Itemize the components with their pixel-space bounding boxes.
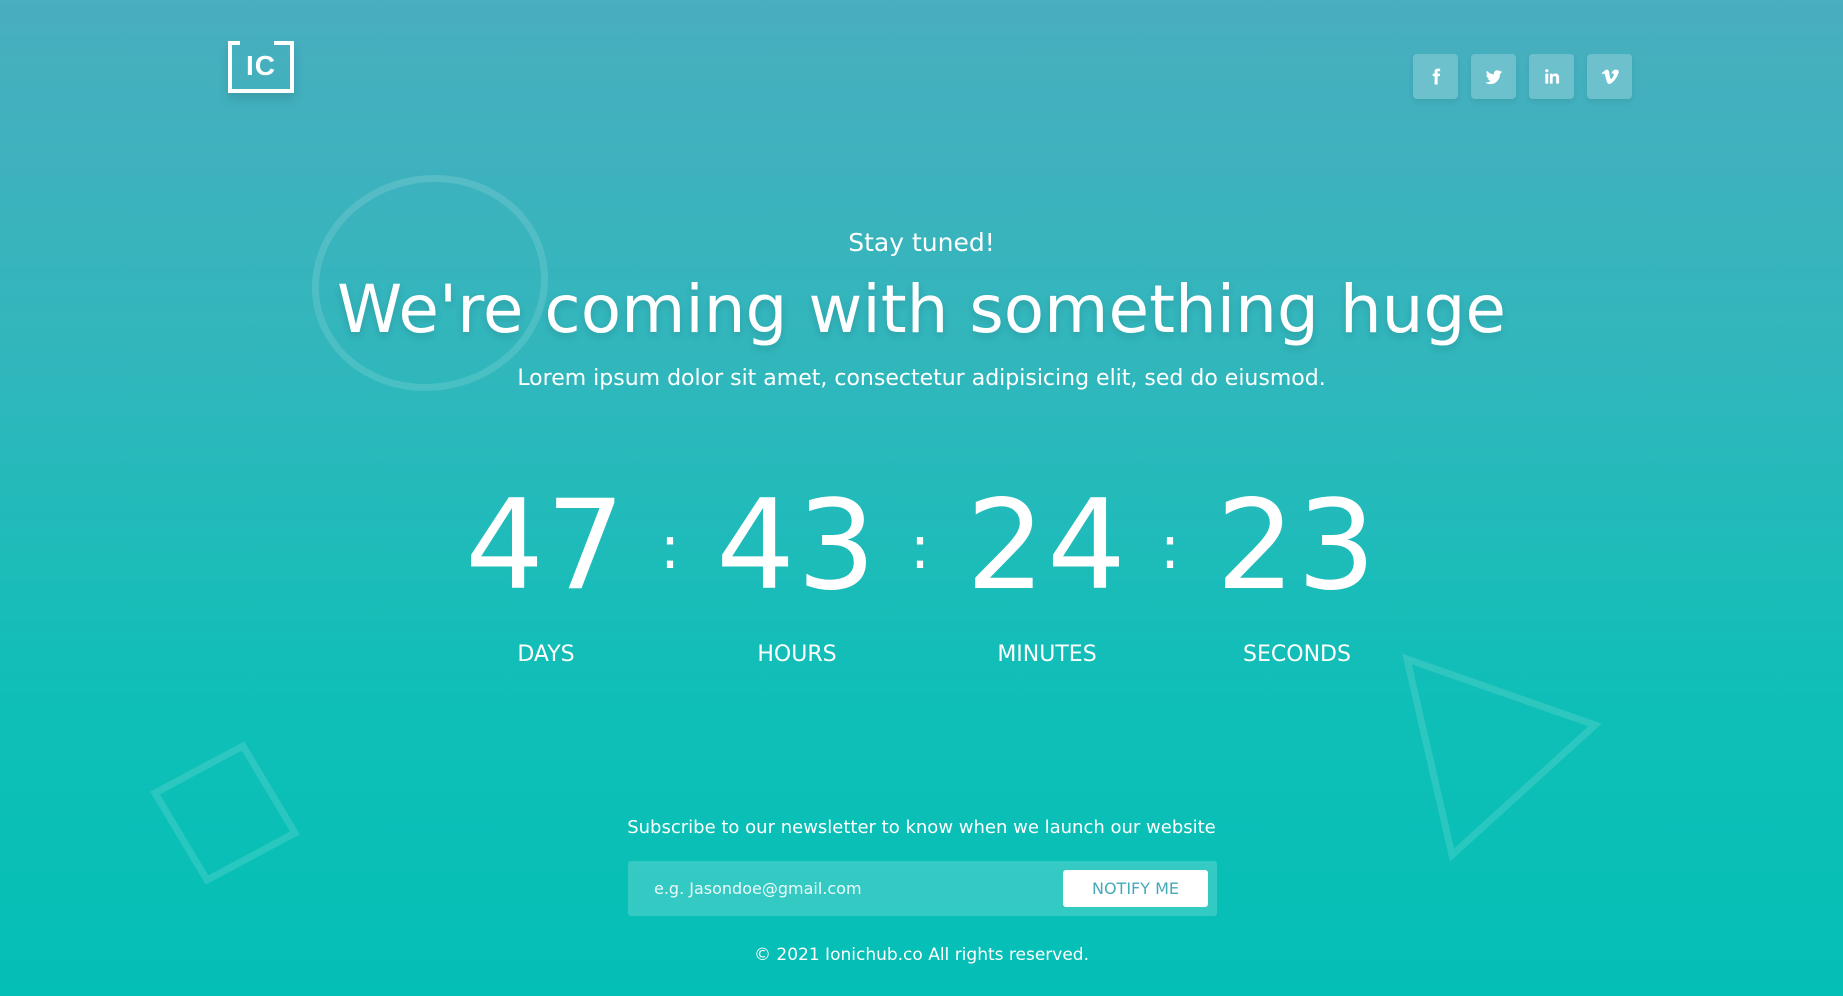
page-title: We're coming with something huge: [337, 271, 1506, 348]
countdown-separator: :: [1159, 513, 1181, 583]
countdown: 47 DAYS : 43 HOURS : 24 MINUTES : 23 SEC…: [0, 478, 1843, 698]
hours-value: 43: [716, 474, 878, 618]
days-label: DAYS: [517, 642, 575, 667]
twitter-link[interactable]: [1471, 54, 1516, 99]
minutes-value: 24: [966, 474, 1128, 618]
logo-text: IC: [246, 50, 276, 81]
minutes-label: MINUTES: [997, 642, 1097, 667]
tagline: Stay tuned!: [848, 228, 995, 257]
seconds-label: SECONDS: [1243, 642, 1351, 667]
countdown-separator: :: [909, 513, 931, 583]
subtitle: Lorem ipsum dolor sit amet, consectetur …: [517, 366, 1326, 391]
countdown-separator: :: [659, 513, 681, 583]
newsletter-text: Subscribe to our newsletter to know when…: [627, 817, 1216, 838]
logo-notch: [274, 41, 294, 45]
newsletter-form: NOTIFY ME: [628, 861, 1217, 916]
logo[interactable]: IC: [228, 41, 294, 93]
facebook-icon: [1432, 68, 1440, 84]
countdown-minutes: 24 MINUTES: [947, 478, 1147, 670]
social-links: [1413, 54, 1632, 99]
email-input[interactable]: [628, 861, 1048, 916]
linkedin-link[interactable]: [1529, 54, 1574, 99]
facebook-link[interactable]: [1413, 54, 1458, 99]
days-value: 47: [465, 474, 627, 618]
footer-copyright: © 2021 Ionichub.co All rights reserved.: [753, 945, 1089, 965]
notify-me-button[interactable]: NOTIFY ME: [1063, 870, 1208, 907]
vimeo-icon: [1601, 69, 1619, 84]
twitter-icon: [1484, 69, 1502, 84]
vimeo-link[interactable]: [1587, 54, 1632, 99]
linkedin-icon: [1544, 68, 1559, 84]
hours-label: HOURS: [757, 642, 837, 667]
countdown-hours: 43 HOURS: [697, 478, 897, 670]
countdown-seconds: 23 SECONDS: [1197, 478, 1397, 670]
countdown-days: 47 DAYS: [446, 478, 646, 670]
seconds-value: 23: [1216, 474, 1378, 618]
decorative-square: [150, 741, 300, 885]
